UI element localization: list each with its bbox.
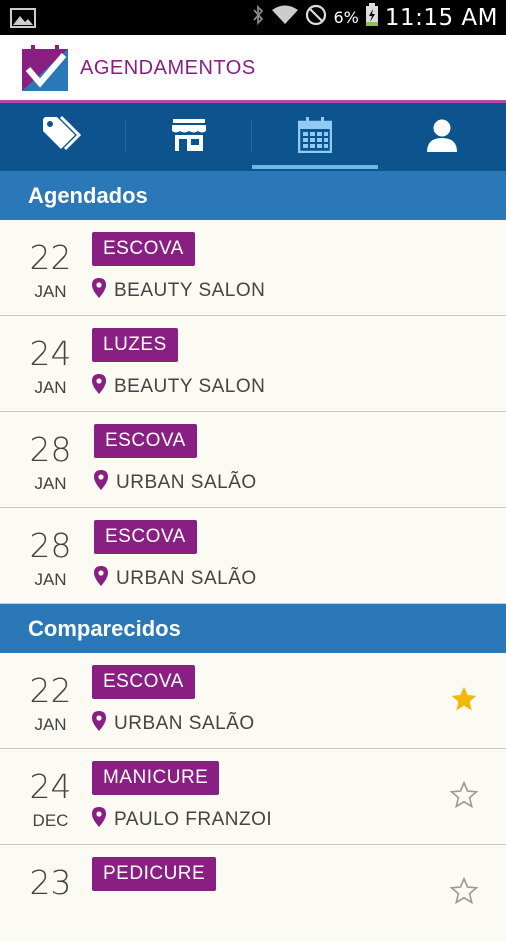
appointment-month: JAN — [34, 378, 67, 397]
service-badge: MANICURE — [92, 761, 220, 795]
service-badge: ESCOVA — [94, 424, 197, 458]
tab-profile[interactable] — [378, 103, 506, 171]
location-pin-icon — [92, 807, 106, 832]
appointment-day: 23 — [29, 863, 72, 902]
salon-name: BEAUTY SALON — [114, 375, 266, 397]
wifi-icon — [271, 4, 299, 31]
tag-icon — [41, 115, 85, 160]
salon-name: URBAN SALÃO — [116, 471, 257, 493]
app-header: AGENDAMENTOS — [0, 35, 506, 103]
page-title: AGENDAMENTOS — [80, 57, 256, 79]
tab-stores[interactable] — [126, 103, 252, 171]
list-item[interactable]: 28 JAN ESCOVA URBAN SALÃO — [0, 508, 506, 604]
location-pin-icon — [94, 566, 108, 591]
appointment-day: 22 — [29, 238, 72, 277]
bluetooth-icon — [251, 4, 265, 31]
location-pin-icon — [92, 711, 106, 736]
salon-location: URBAN SALÃO — [94, 566, 257, 591]
salon-location: URBAN SALÃO — [92, 711, 255, 736]
appointment-month: DEC — [32, 811, 69, 830]
appointment-month: JAN — [34, 715, 67, 734]
star-outline-icon[interactable] — [449, 780, 479, 809]
section-header-scheduled: Agendados — [0, 171, 506, 220]
service-badge: ESCOVA — [92, 232, 195, 266]
service-badge: ESCOVA — [94, 520, 197, 554]
appointment-day: 28 — [29, 430, 72, 469]
section-header-attended: Comparecidos — [0, 604, 506, 653]
tab-offers[interactable] — [0, 103, 126, 171]
service-badge: ESCOVA — [92, 665, 195, 699]
no-disturb-icon — [305, 4, 327, 31]
check-calendar-logo — [22, 45, 68, 91]
salon-name: BEAUTY SALON — [114, 279, 266, 301]
star-filled-icon[interactable] — [450, 685, 478, 713]
image-icon — [10, 8, 36, 33]
battery-charging-icon — [365, 3, 379, 32]
calendar-icon — [297, 116, 333, 158]
location-pin-icon — [92, 278, 106, 303]
salon-name: URBAN SALÃO — [114, 712, 255, 734]
appointment-month: JAN — [34, 282, 67, 301]
appointment-day: 24 — [29, 767, 72, 806]
list-item[interactable]: 22 JAN ESCOVA BEAUTY SALON — [0, 220, 506, 316]
appointment-month: JAN — [34, 474, 67, 493]
appointment-day: 28 — [29, 526, 72, 565]
salon-location: BEAUTY SALON — [92, 374, 265, 399]
salon-location: BEAUTY SALON — [92, 278, 265, 303]
clock: 11:15 AM — [384, 4, 498, 31]
tab-bar — [0, 103, 506, 171]
location-pin-icon — [94, 470, 108, 495]
active-tab-indicator — [252, 165, 378, 169]
star-outline-icon[interactable] — [449, 876, 479, 905]
service-badge: PEDICURE — [92, 857, 217, 891]
location-pin-icon — [92, 374, 106, 399]
user-icon — [426, 118, 458, 157]
appointment-month: JAN — [34, 570, 67, 589]
list-item[interactable]: 23 PEDICURE — [0, 845, 506, 941]
battery-percent: 6% — [333, 8, 359, 27]
salon-name: URBAN SALÃO — [116, 567, 257, 589]
salon-name: PAULO FRANZOI — [114, 808, 273, 830]
salon-location: URBAN SALÃO — [94, 470, 257, 495]
list-item[interactable]: 24 JAN LUZES BEAUTY SALON — [0, 316, 506, 412]
appointment-day: 22 — [29, 671, 72, 710]
list-item[interactable]: 24 DEC MANICURE PAULO FRANZOI — [0, 749, 506, 845]
service-badge: LUZES — [92, 328, 178, 362]
salon-location: PAULO FRANZOI — [92, 807, 272, 832]
tab-appointments[interactable] — [252, 103, 378, 171]
status-bar: 6% 11:15 AM — [0, 0, 506, 35]
list-item[interactable]: 28 JAN ESCOVA URBAN SALÃO — [0, 412, 506, 508]
appointment-day: 24 — [29, 334, 72, 373]
store-icon — [171, 117, 207, 158]
list-item[interactable]: 22 JAN ESCOVA URBAN SALÃO — [0, 653, 506, 749]
